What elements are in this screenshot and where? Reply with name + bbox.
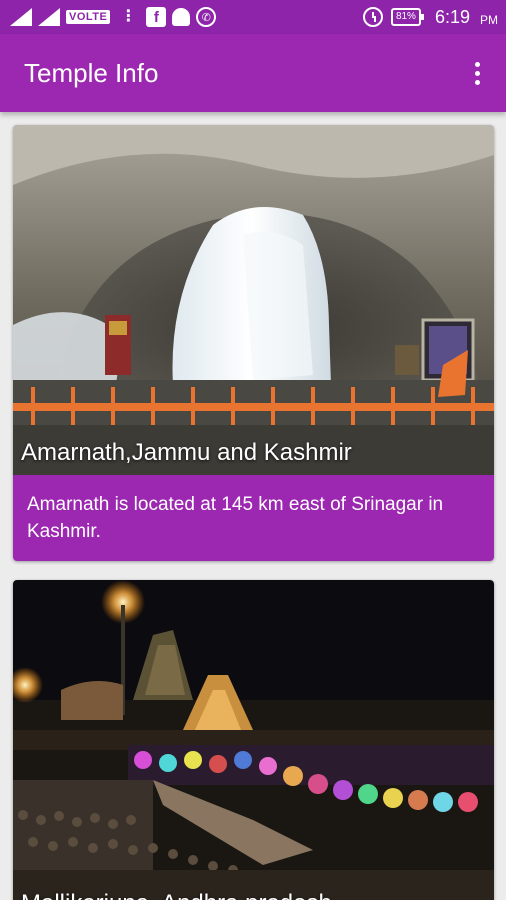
- temple-image: Amarnath,Jammu and Kashmir: [13, 125, 494, 475]
- temple-description: Amarnath is located at 145 km east of Sr…: [13, 475, 494, 561]
- network-badge: VOLTE: [66, 10, 111, 24]
- status-bar: VOLTE ⋮ f ✆ 81% 6:19 PM: [0, 0, 506, 34]
- alarm-icon: [362, 7, 383, 27]
- temple-name: Mallikarjuna, Andhra pradesh: [21, 890, 332, 900]
- clock-ampm: PM: [480, 12, 498, 27]
- battery-icon: 81%: [390, 8, 424, 26]
- signal-icon: [38, 8, 60, 26]
- more-vert-icon: ⋮: [120, 8, 137, 25]
- page-title: Temple Info: [24, 57, 159, 88]
- app-bar: Temple Info: [0, 34, 506, 112]
- temple-name: Amarnath,Jammu and Kashmir: [21, 439, 352, 466]
- temple-card[interactable]: Amarnath,Jammu and Kashmir Amarnath is l…: [13, 125, 494, 561]
- snapchat-icon: [172, 8, 191, 26]
- whatsapp-icon: ✆: [196, 7, 217, 27]
- temple-image: Mallikarjuna, Andhra pradesh: [13, 580, 494, 900]
- overflow-menu-icon[interactable]: [470, 61, 484, 85]
- temple-card[interactable]: Mallikarjuna, Andhra pradesh: [13, 580, 494, 900]
- signal-icon: [10, 8, 32, 26]
- clock-time: 6:19: [434, 6, 470, 27]
- facebook-icon: f: [146, 7, 167, 27]
